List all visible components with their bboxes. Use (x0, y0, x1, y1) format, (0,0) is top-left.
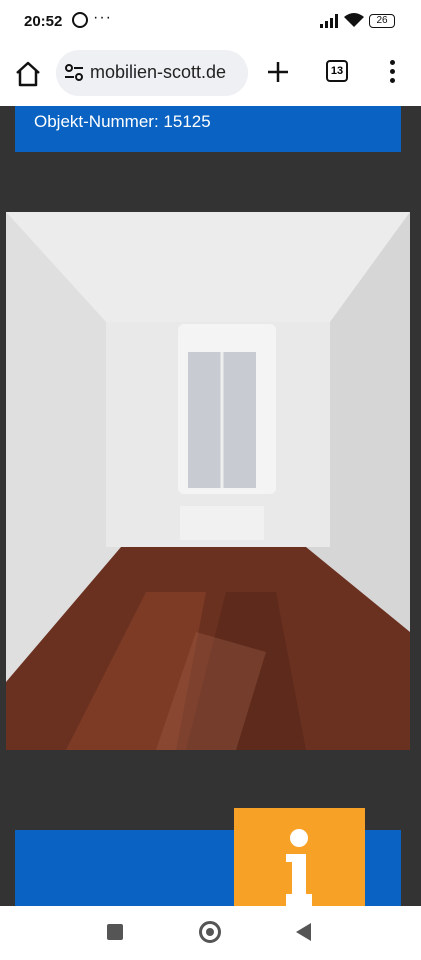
notification-more-icon: ··· (93, 9, 112, 26)
address-bar[interactable]: mobilien-scott.de (56, 50, 248, 96)
wifi-icon (344, 13, 364, 27)
tabs-icon[interactable]: 13 (326, 60, 348, 82)
site-settings-icon[interactable] (64, 64, 84, 82)
battery-icon: 26 (369, 14, 395, 28)
object-number-banner: Objekt-Nummer: 15125 (15, 106, 401, 152)
whatsapp-icon (72, 12, 88, 28)
menu-icon[interactable] (390, 60, 396, 84)
system-navigation-bar (0, 906, 421, 960)
home-icon[interactable] (14, 60, 42, 88)
home-button[interactable] (199, 921, 221, 943)
web-page: Objekt-Nummer: 15125 (0, 106, 421, 906)
recents-button[interactable] (107, 924, 123, 940)
browser-toolbar: mobilien-scott.de 13 (0, 42, 421, 106)
status-time: 20:52 (24, 13, 63, 30)
image-gallery[interactable]: TS (6, 212, 410, 750)
new-tab-icon[interactable] (266, 60, 290, 84)
back-button[interactable] (296, 923, 311, 941)
url-text[interactable]: mobilien-scott.de (90, 62, 226, 83)
info-button[interactable] (234, 808, 365, 906)
room-photo (6, 212, 410, 750)
info-icon (286, 829, 312, 906)
status-bar: 20:52 ··· 26 (0, 0, 421, 42)
signal-icon (320, 14, 338, 28)
object-number-label: Objekt-Nummer: 15125 (34, 112, 211, 131)
